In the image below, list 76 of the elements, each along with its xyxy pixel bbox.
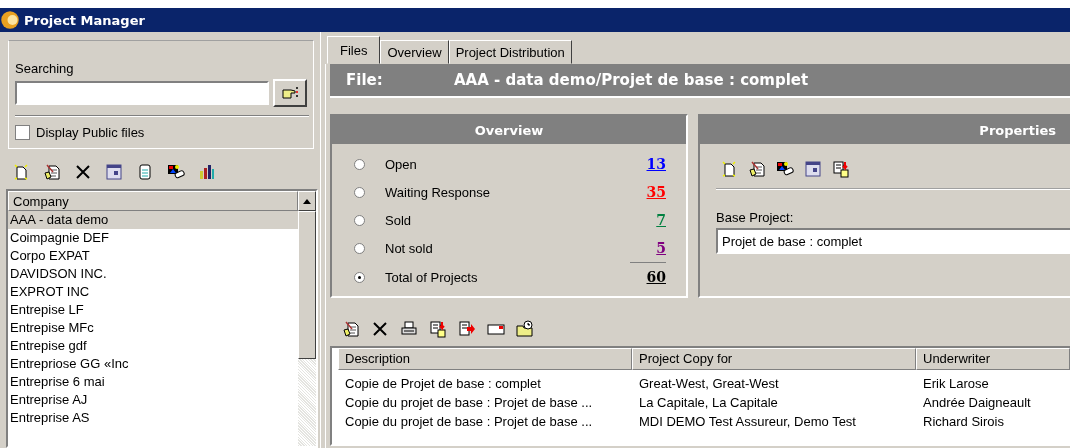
checkbox-label: Display Public files — [36, 125, 145, 140]
search-button[interactable] — [273, 79, 307, 107]
window-title: Project Manager — [24, 12, 145, 28]
company-item[interactable]: Entreprise AJ — [8, 391, 298, 409]
panel-header: Overview — [332, 116, 686, 144]
document-arrow-icon[interactable] — [832, 160, 850, 178]
table-cell-text: Copie de Projet de base : complet — [344, 375, 542, 393]
tab[interactable]: Project Distribution — [448, 40, 572, 64]
company-item[interactable]: Entrepise MFc — [8, 319, 298, 337]
new-document-icon[interactable] — [12, 163, 30, 181]
document-arrow-icon[interactable] — [429, 320, 447, 338]
scrollbar[interactable] — [298, 211, 316, 446]
company-item[interactable]: Entrepriose GG «Inc — [8, 355, 298, 373]
company-item[interactable]: EXPROT INC — [8, 283, 298, 301]
base-project-field[interactable]: Projet de base : complet — [716, 228, 1070, 254]
tab[interactable]: Files — [327, 36, 381, 64]
company-item[interactable]: Entreprise 6 mai — [8, 373, 298, 391]
calendar-icon[interactable] — [105, 163, 123, 181]
delete-icon[interactable] — [74, 163, 92, 181]
notepad-icon[interactable] — [136, 163, 154, 181]
edit-document-icon[interactable] — [43, 163, 61, 181]
table-cell-text: La Capitale, La Capitale — [638, 394, 779, 412]
table-cell-text: MDI DEMO Test Assureur, Demo Test — [638, 413, 857, 431]
images-icon[interactable] — [776, 160, 794, 178]
company-item[interactable]: Entrepise LF — [8, 301, 298, 319]
radio-button[interactable] — [354, 158, 365, 170]
radio-button[interactable] — [354, 242, 365, 254]
printer-icon[interactable] — [400, 320, 418, 338]
column-header[interactable]: Description — [338, 348, 632, 370]
company-item[interactable]: Entrepise gdf — [8, 337, 298, 355]
status-label: Open — [385, 156, 418, 172]
folder-icon[interactable] — [516, 320, 534, 338]
company-item[interactable]: AAA - data demo — [8, 211, 298, 229]
table-cell-text: Erik Larose — [922, 375, 990, 393]
pointing-hand-icon — [280, 85, 300, 101]
radio-button[interactable] — [354, 214, 365, 226]
tab[interactable]: Overview — [380, 40, 449, 64]
table-cell-text: Andrée Daigneault — [922, 394, 1032, 412]
column-header[interactable]: Project Copy for — [632, 348, 916, 370]
scroll-up-button[interactable] — [298, 191, 316, 211]
images-icon[interactable] — [167, 163, 185, 181]
column-header[interactable]: Underwriter — [916, 348, 1070, 370]
panel-header: Properties — [700, 116, 1070, 144]
edit-document-icon[interactable] — [342, 320, 360, 338]
table-cell-text: Copie du projet de base : Projet de base ... — [344, 394, 594, 412]
up-arrow-icon — [303, 198, 311, 204]
app-icon — [0, 10, 20, 30]
radio-button[interactable] — [354, 186, 365, 198]
checkbox[interactable] — [15, 125, 30, 140]
status-label: Not sold — [385, 240, 434, 256]
file-path: AAA - data demo/Projet de base : complet — [454, 71, 809, 89]
count-link[interactable]: 5 — [656, 240, 666, 256]
file-label: File: — [345, 71, 384, 89]
table-cell-text: Copie du projet de base : Projet de base ... — [344, 413, 594, 431]
search-label: Searching — [15, 61, 75, 76]
edit-document-icon[interactable] — [748, 160, 766, 178]
count-link[interactable]: 13 — [646, 156, 666, 172]
bar-chart-icon[interactable] — [198, 163, 216, 181]
table-cell-text: Great-West, Great-West — [638, 375, 780, 393]
company-item[interactable]: Coimpagnie DEF — [8, 229, 298, 247]
search-field[interactable] — [15, 81, 269, 105]
column-header[interactable]: Company — [8, 191, 298, 211]
company-item[interactable]: Entreprise AS — [8, 409, 298, 427]
status-label: Waiting Response — [385, 184, 491, 200]
document-forward-icon[interactable] — [458, 320, 476, 338]
base-project-label: Base Project: — [715, 210, 795, 225]
company-item[interactable]: DAVIDSON INC. — [8, 265, 298, 283]
company-item[interactable]: Corpo EXPAT — [8, 247, 298, 265]
count-link[interactable]: 60 — [646, 269, 666, 285]
delete-icon[interactable] — [371, 320, 389, 338]
calendar-icon[interactable] — [804, 160, 822, 178]
new-document-icon[interactable] — [720, 160, 738, 178]
status-label: Total of Projects — [385, 269, 479, 285]
radio-button[interactable] — [354, 271, 365, 283]
table-cell-text: Richard Sirois — [922, 413, 1005, 431]
status-label: Sold — [385, 212, 413, 228]
